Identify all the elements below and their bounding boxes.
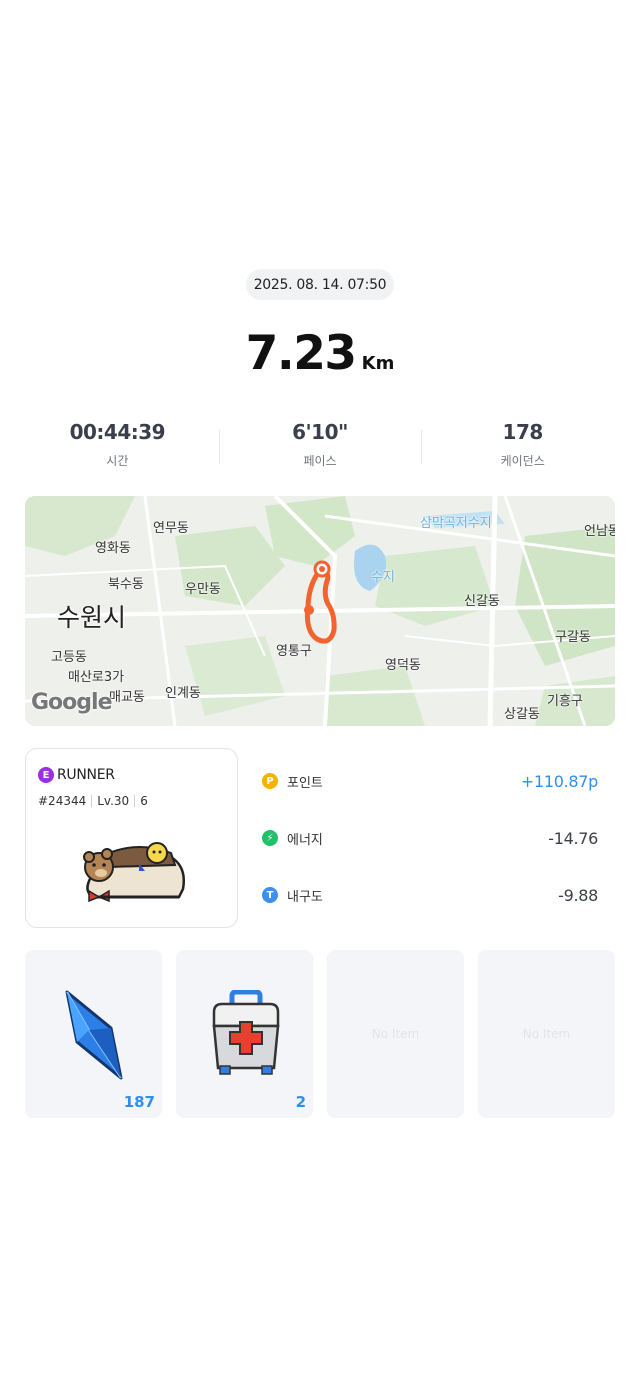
energy-icon: ⚡ (262, 830, 278, 846)
distance-display: 7.23 Km (0, 326, 640, 381)
distance-unit: Km (361, 353, 395, 374)
stat-cadence: 178 케이던스 (421, 420, 624, 476)
map-label: 영덕동 (385, 658, 421, 673)
stat-cadence-value: 178 (502, 420, 544, 444)
reward-energy-label: 에너지 (287, 832, 323, 848)
point-icon: P (262, 773, 278, 789)
item-slot-empty[interactable]: No Item (478, 950, 615, 1118)
map-label-water: 삼막곡저수지 (420, 516, 492, 531)
empty-slot-label: No Item (371, 1027, 420, 1041)
item-slot-gem[interactable]: 187 (25, 950, 162, 1118)
sneaker-image (83, 842, 185, 903)
stat-time-value: 00:44:39 (69, 420, 166, 444)
map-label: 구갈동 (555, 630, 591, 645)
route-map[interactable]: 연무동 영화동 북수동 우만동 수원시 고등동 매산로3가 매교동 인계동 영통… (25, 496, 615, 726)
reward-durability-label: 내구도 (287, 889, 323, 905)
map-label: 매교동 (109, 690, 145, 705)
first-aid-kit-icon (212, 990, 280, 1075)
map-label: 상갈동 (504, 707, 540, 722)
map-label: 북수동 (108, 577, 144, 592)
durability-icon: T (262, 887, 278, 903)
map-label-water: 수지 (371, 570, 395, 585)
stat-pace-value: 6'10" (292, 420, 348, 444)
reward-durability-value: -9.88 (558, 885, 598, 905)
reward-energy-value: -14.76 (548, 828, 598, 848)
type-badge-icon: E (38, 767, 54, 783)
nft-id: #24344 (38, 794, 87, 808)
map-label: 신갈동 (464, 594, 500, 609)
nft-type-label: RUNNER (57, 767, 115, 783)
map-label-city: 수원시 (57, 603, 127, 632)
item-slot-empty[interactable]: No Item (327, 950, 464, 1118)
stat-pace-label: 페이스 (303, 454, 337, 468)
first-aid-kit-count: 2 (295, 1093, 306, 1111)
nft-sneaker-card[interactable]: E RUNNER #24344 Lv.30 6 (25, 748, 238, 928)
map-label: 우만동 (185, 582, 221, 597)
map-label: 인계동 (165, 686, 201, 701)
gem-count: 187 (123, 1093, 155, 1111)
map-label: 영화동 (95, 541, 131, 556)
nft-type: E RUNNER (38, 767, 115, 783)
nft-mint: 6 (140, 794, 148, 808)
stat-time: 00:44:39 시간 (16, 420, 219, 476)
nft-level: Lv.30 (97, 794, 130, 808)
empty-slot-label: No Item (522, 1027, 571, 1041)
reward-point-value: +110.87p (520, 771, 598, 791)
map-label: 언남동 (584, 524, 615, 539)
map-label: 고등동 (51, 650, 87, 665)
map-label: 매산로3가 (68, 670, 125, 685)
distance-value: 7.23 (245, 326, 357, 381)
reward-point-label: 포인트 (287, 775, 323, 791)
reward-energy: ⚡ 에너지 -14.76 (262, 826, 598, 850)
gem-icon (65, 990, 123, 1080)
stats-row: 00:44:39 시간 6'10" 페이스 178 케이던스 (16, 420, 624, 476)
google-logo: Google (31, 690, 112, 715)
reward-point: P 포인트 +110.87p (262, 769, 598, 793)
route-end-marker (304, 605, 314, 615)
reward-durability: T 내구도 -9.88 (262, 883, 598, 907)
map-label: 영통구 (276, 644, 312, 659)
stat-pace: 6'10" 페이스 (218, 420, 422, 476)
map-label: 연무동 (153, 521, 189, 536)
stat-time-label: 시간 (106, 454, 129, 468)
activity-date: 2025. 08. 14. 07:50 (246, 269, 394, 300)
stat-cadence-label: 케이던스 (500, 454, 545, 468)
item-slot-first-aid-kit[interactable]: 2 (176, 950, 313, 1118)
map-label: 기흥구 (547, 694, 583, 709)
nft-meta: #24344 Lv.30 6 (38, 794, 148, 808)
